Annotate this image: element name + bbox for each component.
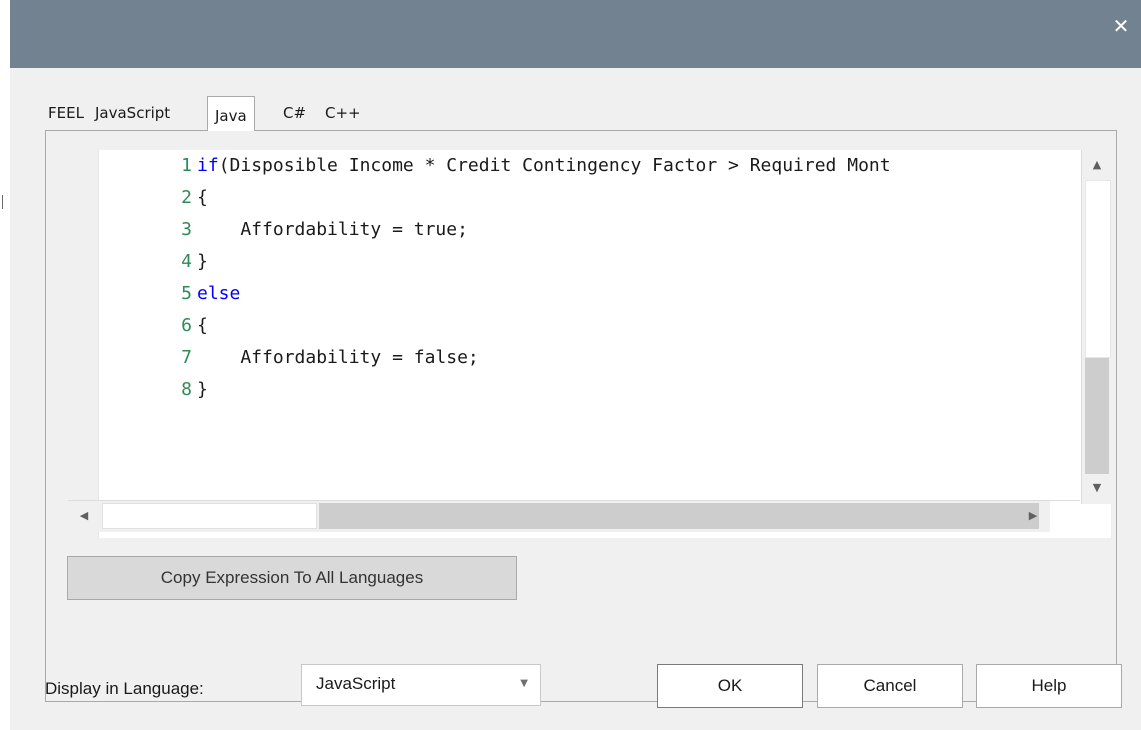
code-line: 4} xyxy=(99,246,208,278)
line-number: 6 xyxy=(181,315,192,336)
line-number: 8 xyxy=(181,379,192,400)
code-text: { xyxy=(197,187,208,208)
code-text: } xyxy=(197,379,208,400)
help-button[interactable]: Help xyxy=(976,664,1122,708)
tab-java[interactable]: Java xyxy=(207,96,255,131)
line-number: 1 xyxy=(181,155,192,176)
background-window-marker xyxy=(2,195,8,209)
close-icon[interactable]: ✕ xyxy=(1109,14,1133,38)
line-number: 2 xyxy=(181,187,192,208)
code-text: } xyxy=(197,251,208,272)
line-number: 3 xyxy=(181,219,192,240)
code-line: 7 Affordability = false; xyxy=(99,342,479,374)
vertical-scrollbar[interactable]: ▲ ▼ xyxy=(1081,150,1112,504)
scroll-up-icon[interactable]: ▲ xyxy=(1085,153,1109,177)
copy-expression-button[interactable]: Copy Expression To All Languages xyxy=(67,556,517,600)
code-text: Affordability = false; xyxy=(197,347,479,368)
display-language-select[interactable]: JavaScript ▼ xyxy=(301,664,541,706)
dialog-titlebar: ✕ xyxy=(10,0,1141,68)
tab-cpp[interactable]: C++ xyxy=(321,100,365,126)
line-number: 7 xyxy=(181,347,192,368)
code-line: 3 Affordability = true; xyxy=(99,214,468,246)
code-line: 1 if(Disposible Income * Credit Contingen… xyxy=(99,150,891,182)
code-text: { xyxy=(197,315,208,336)
line-number: 4 xyxy=(181,251,192,272)
vertical-scroll-track[interactable] xyxy=(1085,358,1109,474)
scroll-down-icon[interactable]: ▼ xyxy=(1085,476,1109,500)
code-editor[interactable]: 1 if(Disposible Income * Credit Contingen… xyxy=(98,150,1112,538)
code-area[interactable]: 1 if(Disposible Income * Credit Contingen… xyxy=(99,150,1079,504)
tab-csharp[interactable]: C# xyxy=(279,100,310,126)
code-keyword: else xyxy=(197,283,241,304)
code-text: (Disposible Income * Credit Contingency … xyxy=(218,155,891,176)
code-line: 6{ xyxy=(99,310,208,342)
scroll-left-icon[interactable]: ◀ xyxy=(72,504,96,528)
scrollbar-corner xyxy=(1050,501,1080,533)
code-keyword: if xyxy=(197,155,219,176)
cancel-button[interactable]: Cancel xyxy=(817,664,963,708)
tab-feel[interactable]: FEEL xyxy=(44,100,88,126)
code-text: Affordability = true; xyxy=(197,219,468,240)
display-language-label: Display in Language: xyxy=(45,679,204,698)
horizontal-scroll-track[interactable] xyxy=(319,503,1039,529)
scroll-right-icon[interactable]: ▶ xyxy=(1021,504,1045,528)
display-language-value: JavaScript xyxy=(316,674,396,693)
expression-dialog: FEEL JavaScript Java C# C++ 1 if(Disposib… xyxy=(10,68,1141,730)
code-line: 2{ xyxy=(99,182,208,214)
code-line: 8} xyxy=(99,374,208,406)
tab-javascript[interactable]: JavaScript xyxy=(91,100,174,126)
code-line: 5 else xyxy=(99,278,240,310)
ok-button[interactable]: OK xyxy=(657,664,803,708)
chevron-down-icon: ▼ xyxy=(520,678,528,689)
vertical-scroll-thumb[interactable] xyxy=(1085,180,1111,358)
horizontal-scrollbar[interactable]: ◀ ▶ xyxy=(68,500,1080,533)
line-number: 5 xyxy=(181,283,192,304)
horizontal-scroll-thumb[interactable] xyxy=(102,503,317,529)
